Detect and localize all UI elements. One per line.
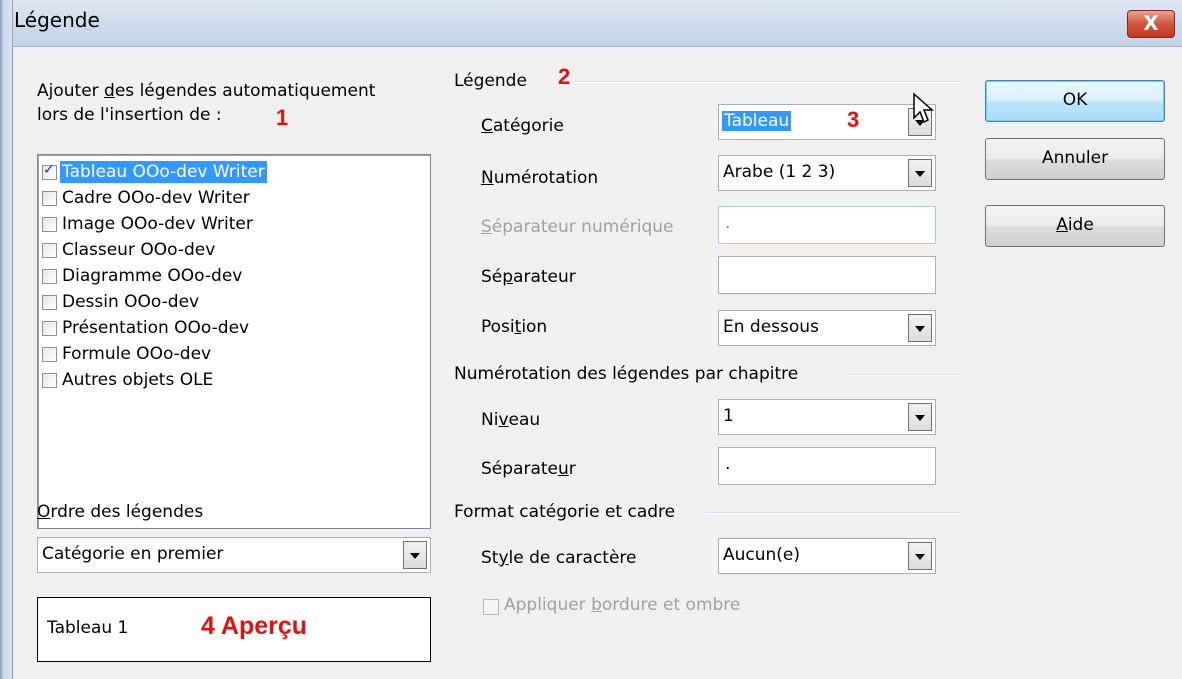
checkbox-presentation[interactable]	[42, 321, 57, 336]
checkbox-tableau[interactable]	[42, 162, 57, 180]
caption-order-label: Ordre des légendes	[37, 502, 204, 522]
marker-1: 1	[276, 105, 289, 130]
caption-order-select[interactable]: Catégorie en premier	[37, 537, 431, 573]
legend-section-title: Légende	[454, 71, 527, 91]
category-select[interactable]: Tableau	[718, 104, 936, 140]
checkbox-dessin[interactable]	[42, 295, 57, 310]
marker-4: 4 Aperçu	[201, 612, 308, 640]
format-divider	[706, 512, 960, 514]
auto-caption-label-line2: lors de l'insertion de :	[37, 105, 222, 125]
close-button[interactable]: X	[1127, 10, 1175, 38]
char-style-select[interactable]: Aucun(e)	[718, 538, 936, 574]
auto-caption-label: Ajouter des légendes automatiquement	[37, 81, 376, 101]
preview-box: Tableau 1 4 Aperçu	[37, 597, 431, 662]
numbering-select[interactable]: Arabe (1 2 3)	[718, 155, 936, 191]
checkbox-classeur[interactable]	[42, 243, 57, 258]
chevron-down-icon[interactable]	[403, 541, 427, 569]
position-select[interactable]: En dessous	[718, 310, 936, 346]
char-style-label: Style de caractère	[481, 548, 637, 568]
separator-label: Séparateur	[481, 267, 576, 287]
close-icon: X	[1143, 11, 1159, 35]
numbering-label: Numérotation	[481, 168, 599, 188]
chapter-separator-label: Séparateur	[481, 459, 576, 479]
dialog-title: Légende	[14, 8, 100, 32]
checkbox-image[interactable]	[42, 217, 57, 232]
marker-3: 3	[847, 107, 860, 132]
help-button[interactable]: Aide	[985, 205, 1165, 247]
chevron-down-icon[interactable]	[908, 314, 932, 342]
preview-text: Tableau 1	[47, 618, 129, 638]
mouse-cursor-icon	[913, 92, 934, 124]
chapter-divider	[845, 374, 960, 376]
format-section-title: Format catégorie et cadre	[454, 502, 676, 522]
checkbox-ole[interactable]	[42, 373, 57, 388]
level-label: Niveau	[481, 410, 541, 430]
chapter-section-title: Numérotation des légendes par chapitre	[454, 364, 799, 384]
border-shadow-label: Appliquer bordure et ombre	[504, 595, 741, 615]
chevron-down-icon[interactable]	[908, 159, 932, 187]
checkbox-formule[interactable]	[42, 347, 57, 362]
marker-2: 2	[558, 64, 571, 89]
legend-divider	[575, 81, 960, 83]
chevron-down-icon[interactable]	[908, 403, 932, 431]
numeric-separator-field[interactable]: .	[718, 206, 936, 244]
position-label: Position	[481, 317, 548, 337]
chevron-down-icon[interactable]	[908, 542, 932, 570]
window-border	[0, 0, 13, 679]
cancel-button[interactable]: Annuler	[985, 138, 1165, 180]
border-shadow-checkbox[interactable]	[483, 599, 499, 615]
object-type-list[interactable]: Tableau OOo-dev Writer Cadre OOo-dev Wri…	[37, 154, 431, 529]
numeric-separator-label: Séparateur numérique	[481, 217, 674, 237]
caption-dialog: Légende X Ajouter des légendes automatiq…	[0, 0, 1182, 679]
dialog-body: Ajouter des légendes automatiquement lor…	[13, 47, 1182, 679]
title-bar[interactable]: Légende X	[0, 0, 1182, 47]
level-select[interactable]: 1	[718, 399, 936, 435]
checkbox-cadre[interactable]	[42, 191, 57, 206]
category-label: Catégorie	[481, 116, 564, 136]
ok-button[interactable]: OK	[985, 80, 1165, 122]
checkbox-diagramme[interactable]	[42, 269, 57, 284]
separator-field[interactable]	[718, 256, 936, 294]
chapter-separator-field[interactable]: .	[718, 447, 936, 485]
